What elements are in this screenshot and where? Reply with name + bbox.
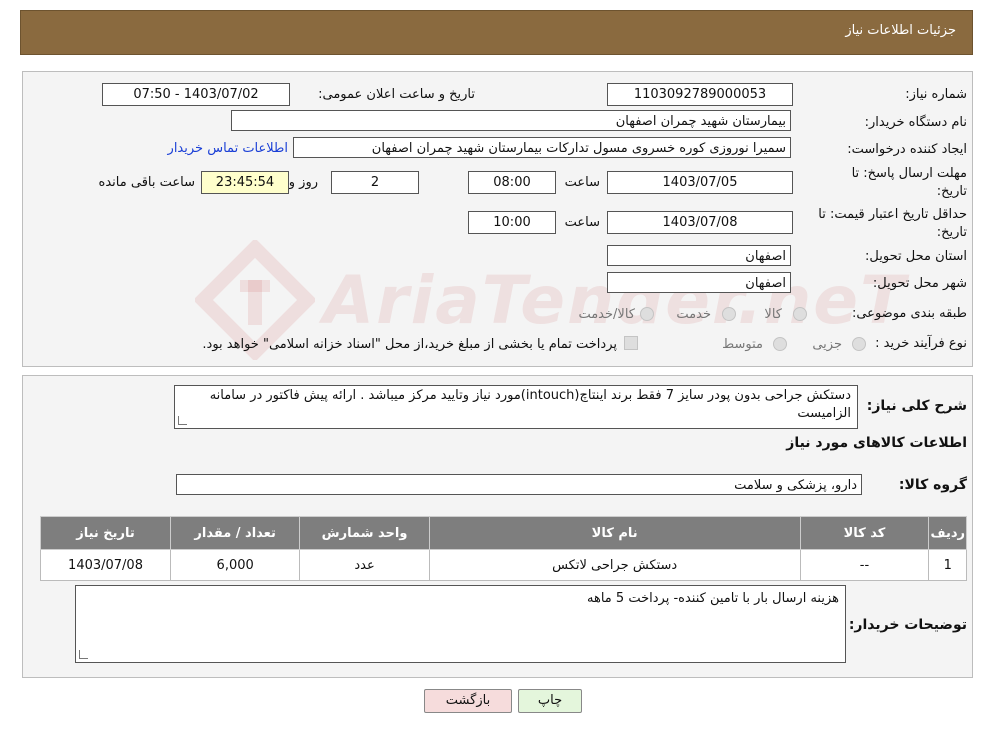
- category-goods-service-label: کالا/خدمت: [578, 307, 635, 322]
- reply-date-field: 1403/07/05: [607, 171, 793, 194]
- category-goods-service-radio[interactable]: [640, 307, 654, 321]
- validity-date-field: 1403/07/08: [607, 211, 793, 234]
- reply-deadline-label-date: تاریخ:: [936, 184, 967, 199]
- summary-text: دستکش جراحی بدون پودر سایز 7 فقط برند ای…: [209, 388, 851, 421]
- reply-time-label: ساعت: [564, 175, 600, 190]
- purchase-medium-label: متوسط: [722, 337, 763, 352]
- resize-grip-icon[interactable]: [79, 650, 88, 659]
- items-table: ردیف کد کالا نام کالا واحد شمارش تعداد /…: [39, 516, 967, 581]
- cell-row: 1: [928, 549, 967, 581]
- buyer-notes-label: توضیحات خریدار:: [848, 617, 967, 633]
- cell-name: دستکش جراحی لاتکس: [428, 549, 801, 581]
- col-unit-header: واحد شمارش: [299, 516, 430, 550]
- table-header-row: ردیف کد کالا نام کالا واحد شمارش تعداد /…: [39, 516, 967, 550]
- buyer-org-label: نام دستگاه خریدار:: [864, 115, 967, 130]
- page-header: جزئیات اطلاعات نیاز: [20, 10, 973, 55]
- days-remaining-field: 2: [331, 171, 419, 194]
- need-number-field: 1103092789000053: [607, 83, 793, 106]
- price-validity-label: حداقل تاریخ اعتبار قیمت: تا: [818, 207, 967, 222]
- buyer-notes-text: هزینه ارسال بار با تامین کننده- پرداخت 5…: [587, 591, 839, 606]
- reply-time-field: 08:00: [468, 171, 556, 194]
- remaining-time-label: ساعت باقی مانده: [98, 175, 195, 190]
- announce-datetime-label: تاریخ و ساعت اعلان عمومی:: [318, 87, 475, 102]
- announce-datetime-field: 1403/07/02 - 07:50: [102, 83, 290, 106]
- table-row: 1 -- دستکش جراحی لاتکس عدد 6,000 1403/07…: [39, 549, 967, 581]
- need-number-label: شماره نیاز:: [905, 87, 967, 102]
- treasury-checkbox[interactable]: [624, 336, 638, 350]
- city-field: اصفهان: [607, 272, 791, 293]
- col-name-header: نام کالا: [428, 516, 801, 550]
- cell-code: --: [799, 549, 930, 581]
- days-label: روز و: [288, 175, 318, 190]
- validity-time-label: ساعت: [564, 215, 600, 230]
- col-qty-header: تعداد / مقدار: [170, 516, 301, 550]
- summary-textarea[interactable]: دستکش جراحی بدون پودر سایز 7 فقط برند ای…: [174, 385, 858, 429]
- validity-time-field: 10:00: [468, 211, 556, 234]
- cell-date: 1403/07/08: [39, 549, 172, 581]
- remaining-time-field: 23:45:54: [201, 171, 289, 194]
- cell-unit: عدد: [299, 549, 430, 581]
- creator-label: ایجاد کننده درخواست:: [847, 142, 967, 157]
- city-label: شهر محل تحویل:: [872, 276, 967, 291]
- items-table-wrapper: ردیف کد کالا نام کالا واحد شمارش تعداد /…: [39, 516, 967, 581]
- category-label: طبقه بندی موضوعی:: [851, 306, 967, 321]
- back-button[interactable]: بازگشت: [424, 689, 512, 713]
- creator-field: سمیرا نوروزی کوره خسروی مسول تدارکات بیم…: [293, 137, 791, 158]
- category-goods-radio[interactable]: [793, 307, 807, 321]
- category-goods-label: کالا: [764, 307, 782, 322]
- purchase-medium-radio[interactable]: [773, 337, 787, 351]
- category-service-label: خدمت: [676, 307, 711, 322]
- purchase-minor-label: جزیی: [812, 337, 842, 352]
- page-title: جزئیات اطلاعات نیاز: [845, 23, 956, 38]
- province-field: اصفهان: [607, 245, 791, 266]
- col-row-header: ردیف: [928, 516, 967, 550]
- col-code-header: کد کالا: [799, 516, 930, 550]
- print-button[interactable]: چاپ: [518, 689, 582, 713]
- summary-label: شرح کلی نیاز:: [866, 398, 967, 414]
- purchase-minor-radio[interactable]: [852, 337, 866, 351]
- reply-deadline-label: مهلت ارسال پاسخ: تا: [851, 166, 967, 181]
- goods-group-field: دارو، پزشکی و سلامت: [176, 474, 862, 495]
- goods-info-title: اطلاعات کالاهای مورد نیاز: [786, 435, 967, 451]
- resize-grip-icon[interactable]: [178, 416, 187, 425]
- buyer-org-field: بیمارستان شهید چمران اصفهان: [231, 110, 791, 131]
- col-date-header: تاریخ نیاز: [39, 516, 172, 550]
- province-label: استان محل تحویل:: [865, 249, 967, 264]
- price-validity-label-date: تاریخ:: [936, 225, 967, 240]
- category-service-radio[interactable]: [722, 307, 736, 321]
- treasury-note: پرداخت تمام یا بخشی از مبلغ خرید،از محل …: [202, 337, 617, 352]
- buyer-notes-textarea[interactable]: هزینه ارسال بار با تامین کننده- پرداخت 5…: [75, 585, 846, 663]
- cell-qty: 6,000: [170, 549, 301, 581]
- purchase-type-label: نوع فرآیند خرید :: [875, 336, 967, 351]
- buyer-contact-link[interactable]: اطلاعات تماس خریدار: [168, 141, 288, 156]
- goods-group-label: گروه کالا:: [898, 477, 967, 493]
